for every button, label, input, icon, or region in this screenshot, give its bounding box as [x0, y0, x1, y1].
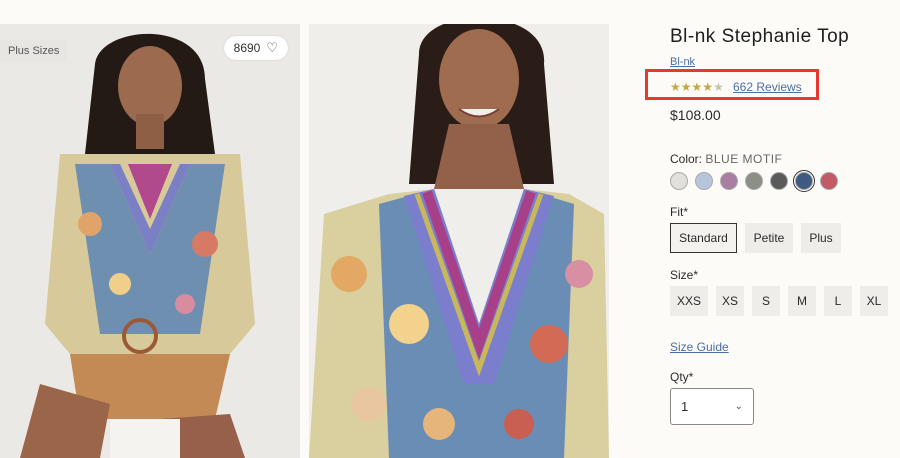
fit-label: Fit*: [670, 205, 688, 219]
size-s-button[interactable]: S: [752, 286, 780, 316]
qty-select[interactable]: 1 ⌄: [670, 388, 754, 425]
color-swatch-selected[interactable]: [793, 170, 815, 192]
qty-value: 1: [681, 399, 689, 414]
color-label: Color: BLUE MOTIF: [670, 152, 782, 166]
size-xl-button[interactable]: XL: [860, 286, 888, 316]
size-xxs-button[interactable]: XXS: [670, 286, 708, 316]
fit-plus-button[interactable]: Plus: [801, 223, 841, 253]
plus-sizes-tag: Plus Sizes: [0, 40, 68, 62]
product-title: Bl-nk Stephanie Top: [670, 26, 850, 47]
model-image-front: [0, 24, 300, 458]
color-swatch[interactable]: [670, 172, 688, 190]
fit-petite-button[interactable]: Petite: [745, 223, 793, 253]
size-guide-link[interactable]: Size Guide: [670, 340, 729, 354]
chevron-down-icon: ⌄: [734, 401, 743, 412]
fit-standard-button[interactable]: Standard: [670, 223, 737, 253]
heart-icon: ♡: [266, 40, 278, 55]
color-swatch[interactable]: [695, 172, 713, 190]
size-l-button[interactable]: L: [824, 286, 852, 316]
fit-options: Standard Petite Plus: [670, 223, 841, 253]
product-photo-2[interactable]: [309, 24, 609, 458]
size-xs-button[interactable]: XS: [716, 286, 744, 316]
brand-link[interactable]: Bl-nk: [670, 56, 695, 68]
color-label-text: Color:: [670, 152, 703, 166]
color-swatch[interactable]: [820, 172, 838, 190]
product-photo-1[interactable]: Plus Sizes 8690 ♡: [0, 24, 300, 458]
color-swatch[interactable]: [770, 172, 788, 190]
size-options: XXS XS S M L XL: [670, 286, 888, 316]
product-price: $108.00: [670, 107, 721, 123]
color-swatch[interactable]: [745, 172, 763, 190]
size-label: Size*: [670, 268, 699, 282]
color-swatches: [670, 170, 838, 192]
qty-label: Qty*: [670, 370, 694, 384]
favorite-button[interactable]: 8690 ♡: [223, 36, 288, 60]
likes-count: 8690: [233, 41, 261, 55]
color-swatch[interactable]: [720, 172, 738, 190]
reviews-highlight-box: [645, 69, 819, 100]
selected-color-name: BLUE MOTIF: [705, 152, 783, 166]
size-m-button[interactable]: M: [788, 286, 816, 316]
model-image-closeup: [309, 24, 609, 458]
